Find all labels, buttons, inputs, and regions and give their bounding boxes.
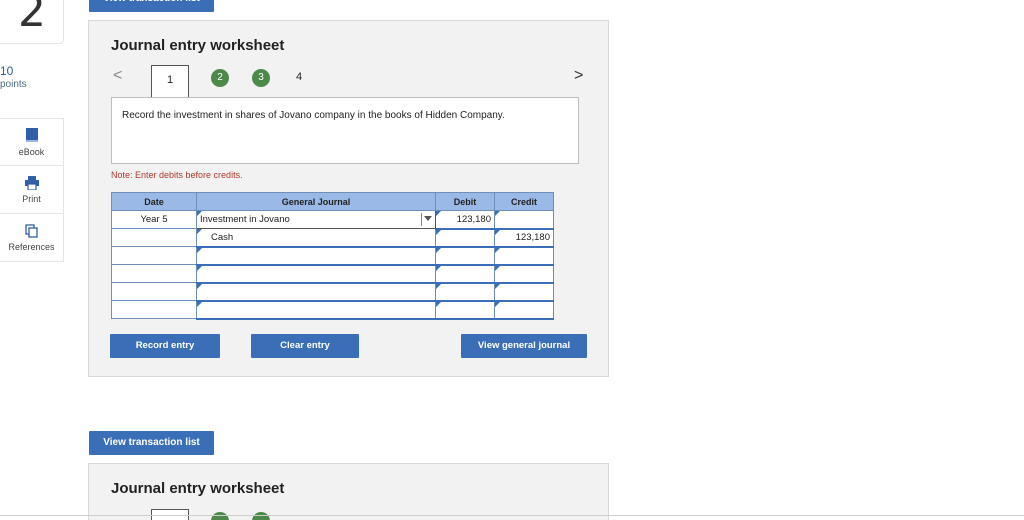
journal-worksheet-panel: Journal entry worksheet < 1 2 3 4 > Reco… — [88, 20, 609, 377]
date-cell[interactable]: Year 5 — [111, 210, 197, 229]
col-date: Date — [111, 192, 197, 211]
debit-input[interactable] — [435, 246, 495, 266]
date-cell[interactable] — [111, 264, 197, 283]
date-cell[interactable] — [111, 246, 197, 265]
account-select[interactable] — [196, 246, 436, 266]
input-indicator — [197, 211, 202, 216]
account-select[interactable] — [196, 300, 436, 320]
input-indicator — [436, 211, 441, 216]
instruction-text: Record the investment in shares of Jovan… — [122, 110, 505, 121]
debit-input[interactable]: 123,180 — [435, 210, 495, 230]
input-indicator — [436, 265, 441, 271]
bottom-divider — [0, 515, 1024, 516]
journal-table: Date General Journal Debit Credit Year 5… — [111, 192, 554, 320]
col-general-journal: General Journal — [196, 192, 436, 211]
account-text: Cash — [211, 231, 234, 243]
tab-1[interactable]: 1 — [151, 65, 189, 97]
view-transaction-list-button-top[interactable]: View transaction list — [89, 0, 214, 12]
account-select[interactable]: Cash — [196, 228, 436, 248]
ebook-label: eBook — [18, 147, 45, 157]
input-indicator — [495, 211, 500, 216]
ebook-button[interactable]: eBook — [0, 118, 64, 166]
tab-2-partial[interactable] — [211, 512, 229, 520]
table-row — [111, 282, 554, 302]
input-indicator — [197, 283, 202, 289]
input-indicator — [436, 247, 441, 253]
references-button[interactable]: References — [0, 214, 64, 262]
print-button[interactable]: Print — [0, 166, 64, 214]
table-row — [111, 246, 554, 266]
account-text: Investment in Jovano — [200, 214, 290, 225]
input-indicator — [495, 247, 500, 253]
input-indicator — [197, 301, 202, 307]
credit-input[interactable] — [494, 264, 554, 284]
side-tools: eBook Print References — [0, 118, 64, 262]
instruction-box: Record the investment in shares of Jovan… — [111, 97, 579, 164]
input-indicator — [436, 283, 441, 289]
col-debit: Debit — [435, 192, 495, 211]
credit-value: 123,180 — [515, 232, 550, 243]
table-row — [111, 264, 554, 284]
credit-input[interactable] — [494, 300, 554, 320]
credit-input[interactable] — [494, 282, 554, 302]
debit-input[interactable] — [435, 300, 495, 320]
credit-input[interactable]: 123,180 — [494, 228, 554, 248]
points-value: 10 — [0, 64, 14, 78]
input-indicator — [436, 301, 441, 307]
date-cell[interactable] — [111, 228, 197, 247]
date-cell[interactable] — [111, 282, 197, 301]
tab-2[interactable]: 2 — [211, 69, 229, 87]
tab-3[interactable]: 3 — [252, 69, 270, 87]
credit-input[interactable] — [494, 210, 554, 230]
input-indicator — [495, 301, 500, 307]
debit-input[interactable] — [435, 264, 495, 284]
input-indicator — [436, 229, 441, 235]
input-indicator — [495, 265, 500, 271]
input-indicator — [197, 247, 202, 253]
input-indicator — [495, 283, 500, 289]
question-number: 2 — [18, 0, 46, 37]
worksheet-title-2: Journal entry worksheet — [111, 480, 285, 497]
debit-input[interactable] — [435, 282, 495, 302]
points-block: 10 points — [0, 64, 27, 92]
clear-entry-button[interactable]: Clear entry — [251, 334, 359, 358]
debit-input[interactable] — [435, 228, 495, 248]
book-icon — [25, 128, 38, 142]
debit-value: 123,180 — [456, 213, 491, 225]
question-number-box: 2 — [0, 0, 64, 44]
next-arrow-icon[interactable]: > — [574, 67, 583, 85]
printer-icon — [24, 175, 39, 190]
journal-worksheet-panel-2: Journal entry worksheet — [88, 463, 609, 520]
account-select[interactable] — [196, 282, 436, 302]
credit-input[interactable] — [494, 246, 554, 266]
account-select[interactable]: Investment in Jovano — [196, 210, 436, 229]
note-text: Note: Enter debits before credits. — [111, 170, 243, 180]
view-transaction-list-button[interactable]: View transaction list — [89, 431, 214, 455]
account-select[interactable] — [196, 264, 436, 284]
table-row: Year 5 Investment in Jovano 123,180 — [111, 210, 554, 230]
worksheet-title: Journal entry worksheet — [111, 37, 285, 54]
input-indicator — [197, 265, 202, 271]
prev-arrow-icon[interactable]: < — [113, 67, 122, 85]
references-label: References — [8, 241, 55, 252]
view-general-journal-button[interactable]: View general journal — [461, 334, 587, 358]
print-label: Print — [22, 193, 41, 204]
table-row: Cash 123,180 — [111, 228, 554, 248]
tab-3-partial[interactable] — [252, 512, 270, 520]
tab-4[interactable]: 4 — [296, 71, 302, 83]
date-cell[interactable] — [111, 300, 197, 319]
input-indicator — [197, 229, 202, 234]
table-row — [111, 300, 554, 320]
col-credit: Credit — [494, 192, 554, 211]
record-entry-button[interactable]: Record entry — [110, 334, 220, 358]
points-label: points — [0, 79, 27, 90]
dropdown-separator — [421, 213, 422, 226]
input-indicator — [495, 229, 500, 235]
copy-icon — [24, 223, 38, 238]
chevron-down-icon[interactable] — [424, 216, 432, 221]
